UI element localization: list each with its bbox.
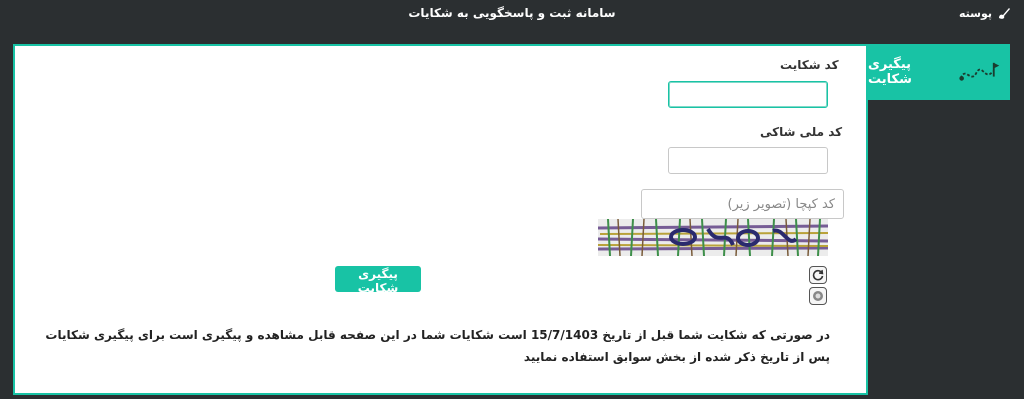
captcha-noise-graphic: [598, 219, 828, 256]
captcha-refresh-button[interactable]: [809, 266, 827, 284]
route-flag-icon: [959, 62, 1000, 81]
complaint-code-input[interactable]: [668, 81, 828, 108]
track-complaint-button[interactable]: پیگیری شکایت: [335, 266, 421, 295]
national-id-label: کد ملی شاکی: [760, 125, 843, 139]
captcha-audio-button[interactable]: [809, 287, 827, 305]
refresh-icon: [812, 269, 824, 281]
tab-label: پیگیری شکایت: [868, 57, 912, 87]
info-note: در صورتی که شکایت شما قبل از تاریخ 15/7/…: [45, 328, 830, 364]
audio-icon: [813, 291, 823, 301]
brand-link[interactable]: پوسته: [959, 5, 1012, 21]
captcha-input[interactable]: [641, 189, 844, 219]
app-title: سامانه ثبت و پاسخگویی به شکایات: [408, 6, 616, 20]
tab-track-complaint[interactable]: پیگیری شکایت: [868, 44, 1010, 100]
top-bar: سامانه ثبت و پاسخگویی به شکایات پوسته: [0, 0, 1024, 28]
complaint-code-label: کد شکایت: [780, 58, 839, 72]
national-id-input[interactable]: [668, 147, 828, 174]
brand-label: پوسته: [958, 6, 992, 20]
brush-icon: [999, 8, 1010, 19]
captcha-image: [598, 219, 828, 256]
